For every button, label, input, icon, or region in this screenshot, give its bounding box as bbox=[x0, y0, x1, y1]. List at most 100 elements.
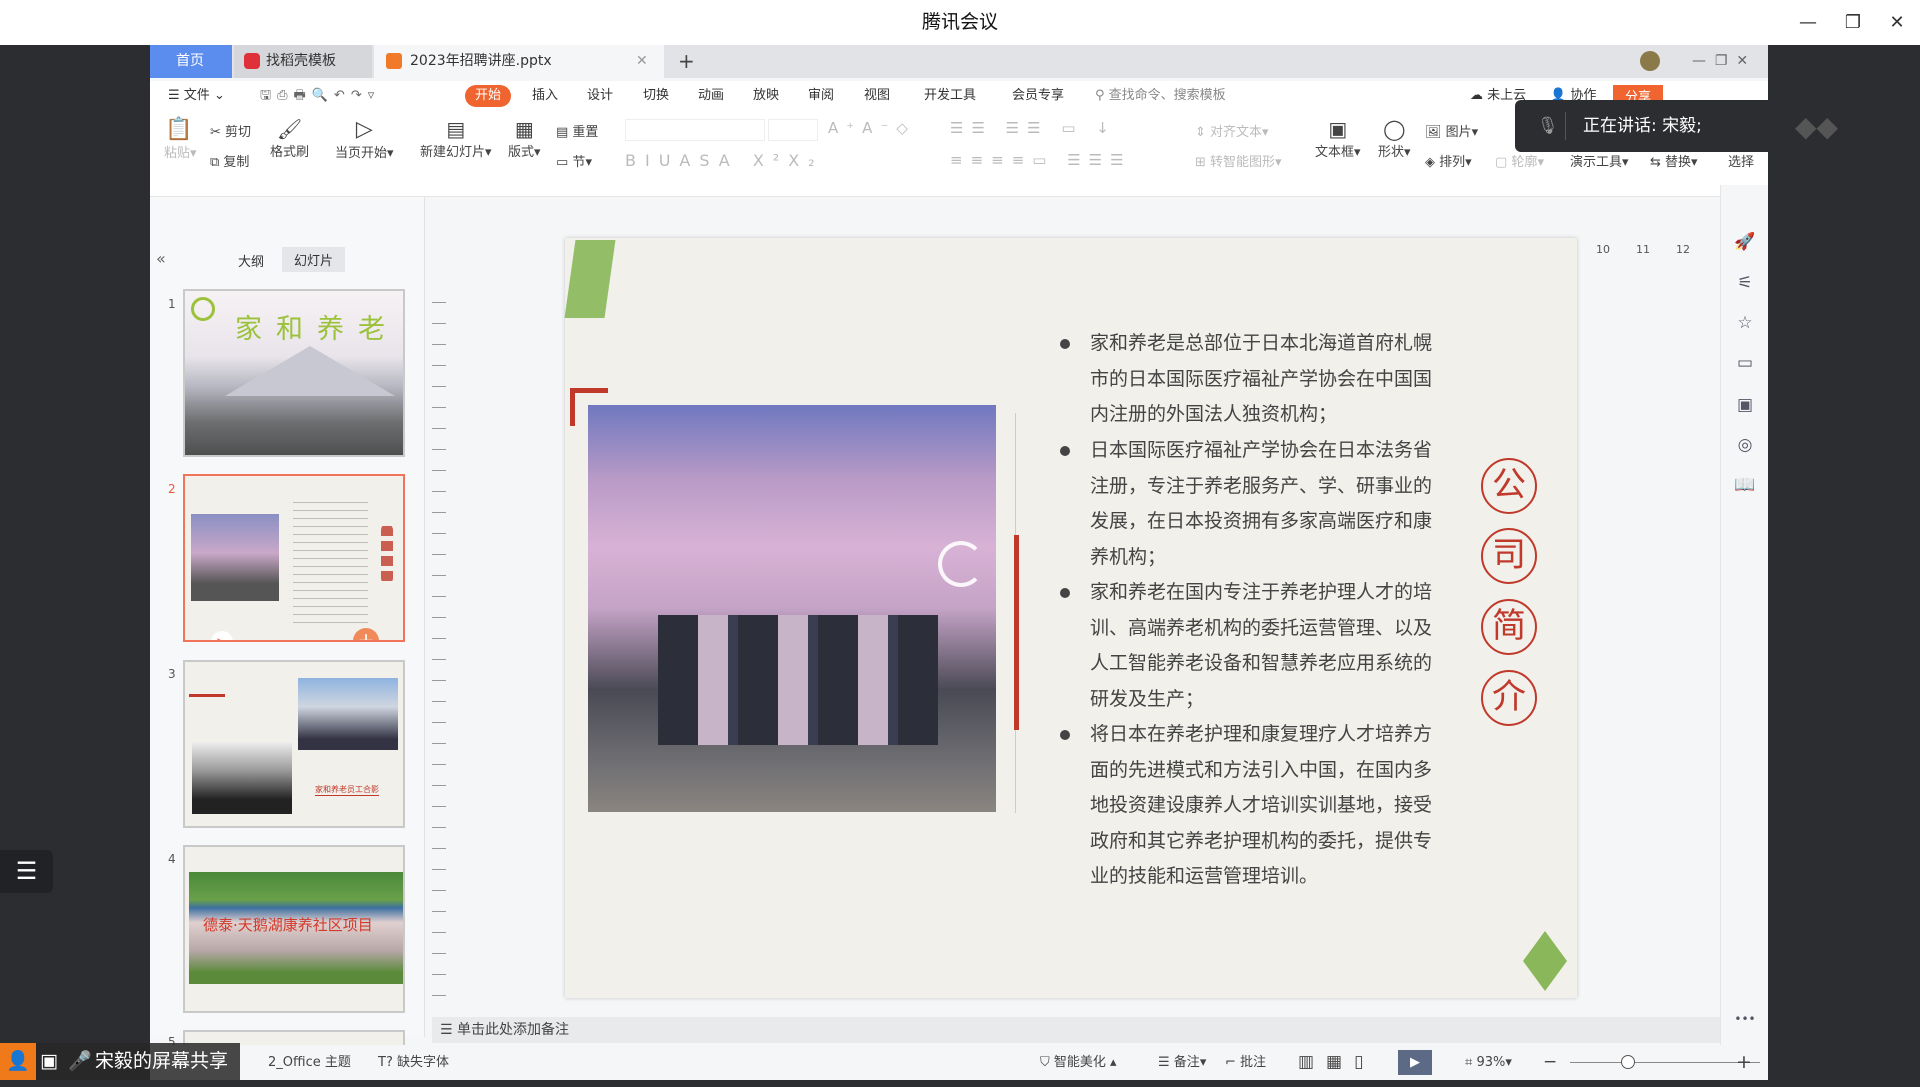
presentation-tools-button[interactable]: 演示工具▾ bbox=[1570, 151, 1629, 170]
font-name-select[interactable] bbox=[625, 119, 765, 141]
paste-button[interactable]: 📋 粘贴▾ bbox=[164, 117, 197, 161]
new-tab-button[interactable]: + bbox=[666, 45, 695, 78]
format-painter-button[interactable]: 🖌 格式刷 bbox=[270, 117, 309, 160]
location-icon[interactable]: ◎ bbox=[1733, 435, 1757, 459]
window-controls[interactable]: — ❐ ✕ bbox=[1680, 45, 1748, 78]
section-button[interactable]: ▭ 节▾ bbox=[556, 151, 592, 170]
slide-canvas[interactable]: 家和养老是总部位于日本北海道首府札幌市的日本国际医疗福祉产学协会在中国国内注册的… bbox=[564, 238, 1577, 998]
rocket-icon[interactable]: 🚀 bbox=[1733, 232, 1757, 256]
menu-tab-view[interactable]: 视图 bbox=[864, 81, 890, 111]
ppt-file-icon bbox=[386, 53, 402, 69]
tab-slides[interactable]: 幻灯片 bbox=[282, 247, 346, 272]
quick-access-toolbar[interactable]: 🖫⎙🖶🔍↶↷▿ bbox=[260, 81, 380, 111]
speaking-indicator: 🎙 正在讲话: 宋毅; bbox=[1515, 100, 1768, 152]
book-icon[interactable]: 📖 bbox=[1733, 475, 1757, 499]
vertical-ruler bbox=[432, 282, 446, 1012]
title-char-circle: 简 bbox=[1481, 599, 1537, 655]
align-text-button[interactable]: ⇕ 对齐文本▾ bbox=[1195, 121, 1269, 140]
layout-button[interactable]: ▦ 版式▾ bbox=[508, 117, 541, 160]
copy-button[interactable]: ⧉ 复制 bbox=[210, 151, 249, 170]
play-slide-icon[interactable]: ▶ bbox=[211, 631, 233, 640]
menu-tab-design[interactable]: 设计 bbox=[587, 81, 613, 111]
select-button[interactable]: 选择 bbox=[1728, 151, 1758, 170]
shape-button[interactable]: ◯ 形状▾ bbox=[1378, 117, 1411, 160]
font-size-buttons[interactable]: A⁺A⁻◇ bbox=[828, 119, 916, 137]
slide-thumbnail-2[interactable]: ▶ + bbox=[183, 474, 405, 642]
screen-share-label: 宋毅的屏幕共享 bbox=[95, 1050, 229, 1072]
zoom-in-button[interactable]: + bbox=[1736, 1045, 1752, 1080]
picture-button[interactable]: 🖼 图片▾ bbox=[1425, 121, 1478, 140]
arrange-button[interactable]: ◈ 排列▾ bbox=[1425, 151, 1472, 170]
slide-thumbnail-4[interactable]: 德泰·天鹅湖康养社区项目 bbox=[183, 845, 405, 1013]
notes-button[interactable]: ☰ 备注▾ bbox=[1158, 1045, 1206, 1080]
menu-tab-animation[interactable]: 动画 bbox=[698, 81, 724, 111]
restore-button[interactable]: ❐ bbox=[1830, 0, 1876, 45]
textbox-button[interactable]: ▣ 文本框▾ bbox=[1315, 117, 1361, 160]
slide-number: 1 bbox=[168, 297, 176, 311]
pin-icon[interactable]: ☆ bbox=[1733, 313, 1757, 337]
comment-icon[interactable]: ▭ bbox=[1733, 353, 1757, 377]
meeting-menu-button[interactable]: ☰ bbox=[0, 850, 53, 893]
tab-templates[interactable]: 找稻壳模板 bbox=[234, 45, 372, 78]
close-tab-icon[interactable]: ✕ bbox=[636, 45, 648, 78]
minimize-button[interactable]: — bbox=[1785, 0, 1831, 45]
reset-button[interactable]: ▤ 重置 bbox=[556, 121, 598, 140]
paragraph-buttons[interactable]: ☰☰ ☰☰ ▭ ↓ bbox=[950, 119, 1117, 137]
speaking-text: 正在讲话: 宋毅; bbox=[1583, 116, 1702, 136]
staff-photo bbox=[298, 678, 398, 750]
app-title: 腾讯会议 bbox=[921, 11, 998, 33]
menu-tab-insert[interactable]: 插入 bbox=[532, 81, 558, 111]
zoom-out-button[interactable]: − bbox=[1543, 1045, 1557, 1080]
slide-thumbnail-3[interactable]: 家和养老员工合影 bbox=[183, 660, 405, 828]
image-icon[interactable]: ▣ bbox=[1733, 395, 1757, 419]
screen-share-bar[interactable]: 👤 ▣ 🎤 宋毅的屏幕共享 bbox=[0, 1043, 240, 1080]
notes-area[interactable]: ☰ 单击此处添加备注 bbox=[432, 1017, 1720, 1043]
menu-tab-review[interactable]: 审阅 bbox=[808, 81, 834, 111]
add-slide-icon[interactable]: + bbox=[353, 628, 379, 640]
new-slide-button[interactable]: ▤ 新建幻灯片▾ bbox=[420, 117, 492, 160]
more-icon[interactable]: ••• bbox=[1733, 1012, 1757, 1036]
tab-outline[interactable]: 大纲 bbox=[238, 251, 264, 270]
command-search[interactable]: ⚲ 查找命令、搜索模板 bbox=[1095, 81, 1226, 111]
circles-thumbnail bbox=[381, 524, 393, 584]
title-char-circle: 司 bbox=[1481, 528, 1537, 584]
tab-document[interactable]: 2023年招聘讲座.pptx ✕ bbox=[374, 45, 664, 78]
bullet-item: 将日本在养老护理和康复理疗人才培养方面的先进模式和方法引入中国，在国内多地投资建… bbox=[1060, 717, 1450, 895]
cut-button[interactable]: ✂ 剪切 bbox=[210, 121, 251, 140]
menu-tab-home[interactable]: 开始 bbox=[465, 85, 512, 107]
font-format-buttons[interactable]: BIUASA X²X₂ bbox=[625, 151, 824, 170]
share-screen-icon: ▣ bbox=[40, 1050, 58, 1072]
slideshow-play-button[interactable]: ▶ bbox=[1398, 1050, 1432, 1075]
menu-tab-developer[interactable]: 开发工具 bbox=[924, 81, 976, 111]
green-diamond-decoration bbox=[1523, 931, 1567, 991]
slide-thumbnail-1[interactable]: 家和养老 bbox=[183, 289, 405, 457]
beautify-button[interactable]: ⛉ 智能美化 ▴ bbox=[1040, 1045, 1117, 1080]
file-menu[interactable]: ☰ 文件 ⌄ bbox=[168, 81, 225, 111]
menu-tab-slideshow[interactable]: 放映 bbox=[753, 81, 779, 111]
close-button[interactable]: ✕ bbox=[1874, 0, 1920, 45]
slide-number: 3 bbox=[168, 667, 176, 681]
zoom-select[interactable]: ⌗ 93%▾ bbox=[1465, 1045, 1512, 1080]
tab-home[interactable]: 首页 bbox=[150, 45, 232, 78]
zoom-slider[interactable] bbox=[1570, 1062, 1760, 1063]
zoom-slider-handle[interactable] bbox=[1621, 1055, 1636, 1069]
smart-shape-button[interactable]: ⊞ 转智能图形▾ bbox=[1195, 151, 1282, 170]
view-mode-buttons[interactable]: ▥▦▯ bbox=[1298, 1045, 1375, 1080]
play-current-button[interactable]: ▷ 当页开始▾ bbox=[335, 117, 394, 161]
comment-button[interactable]: ⌐ 批注 bbox=[1225, 1045, 1266, 1080]
outline-button[interactable]: ▢ 轮廓▾ bbox=[1495, 151, 1544, 170]
missing-font-button[interactable]: T? 缺失字体 bbox=[378, 1045, 449, 1080]
avatar[interactable] bbox=[1640, 51, 1660, 71]
menu-tab-transition[interactable]: 切换 bbox=[643, 81, 669, 111]
font-size-select[interactable] bbox=[768, 119, 818, 141]
green-brush-decoration bbox=[564, 240, 616, 318]
title-char-circle: 公 bbox=[1481, 458, 1537, 514]
alignment-buttons[interactable]: ≡≡≡≡▭ ☰☰☰ bbox=[950, 151, 1132, 169]
replace-button[interactable]: ⇆ 替换▾ bbox=[1650, 151, 1698, 170]
menu-tab-member[interactable]: 会员专享 bbox=[1012, 81, 1064, 111]
ruler-tick-label: 10 bbox=[1596, 243, 1610, 256]
settings-sliders-icon[interactable]: ⚟ bbox=[1733, 273, 1757, 297]
seniors-photo[interactable] bbox=[588, 405, 996, 812]
meeting-logo: ◆◆ bbox=[1795, 110, 1839, 143]
collapse-panel-icon[interactable]: « bbox=[156, 249, 166, 268]
